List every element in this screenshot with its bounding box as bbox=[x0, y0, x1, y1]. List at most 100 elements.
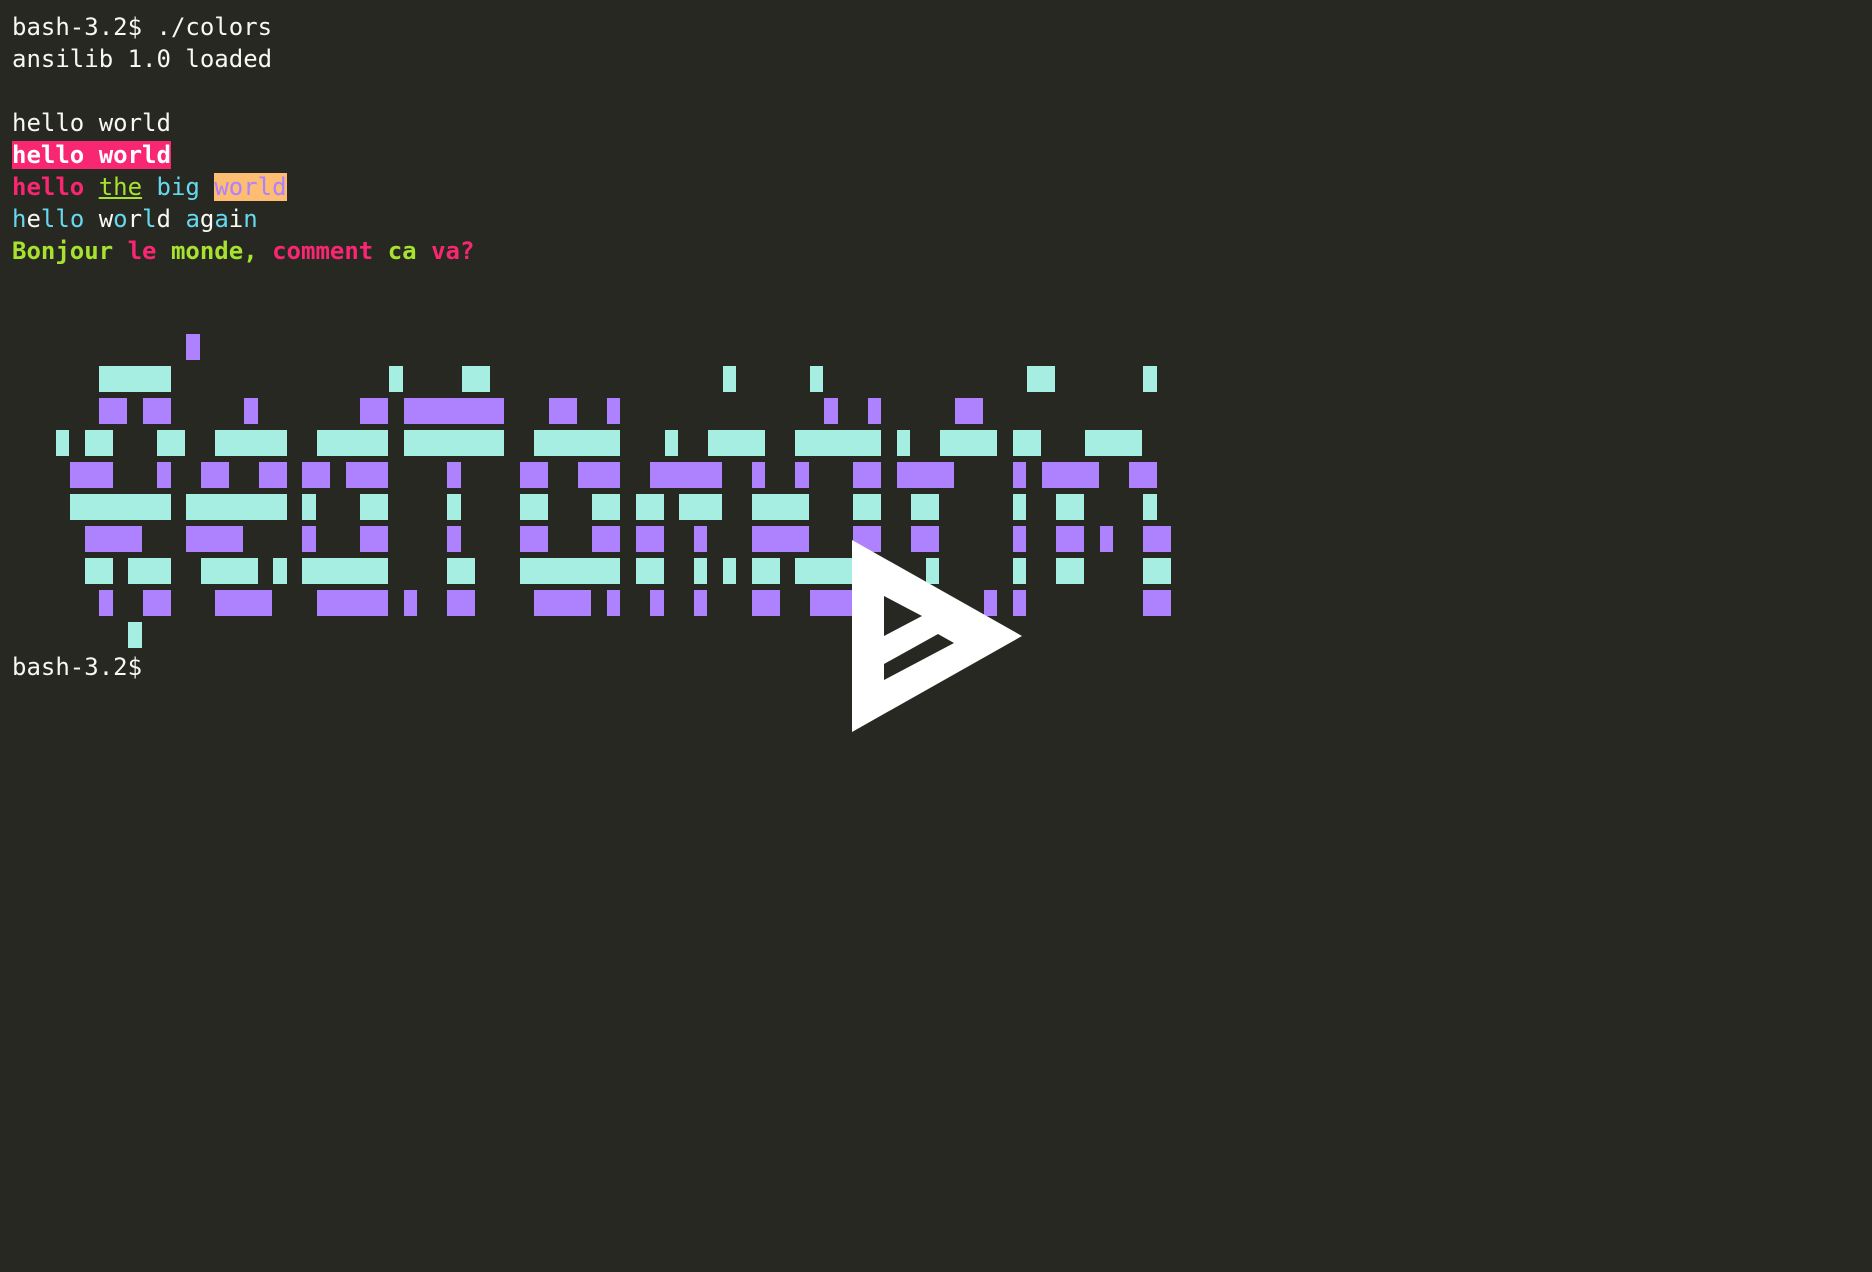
pixel-block bbox=[1143, 366, 1157, 392]
pixel-block bbox=[809, 590, 852, 616]
pixel-block bbox=[635, 526, 664, 552]
terminal-text-segment: va? bbox=[431, 237, 475, 265]
pixel-block bbox=[302, 526, 316, 552]
pixel-block bbox=[751, 558, 780, 584]
pixel-block bbox=[519, 462, 548, 488]
pixel-block bbox=[708, 430, 765, 456]
pixel-block bbox=[302, 462, 330, 488]
terminal-text-segment: d bbox=[156, 205, 171, 233]
terminal-text-segment: ca bbox=[387, 237, 432, 265]
terminal-text-segment: ansilib 1.0 loaded bbox=[12, 45, 273, 73]
pixel-block bbox=[215, 430, 287, 456]
pixel-block bbox=[679, 494, 722, 520]
pixel-block bbox=[853, 462, 881, 488]
pixel-block bbox=[650, 462, 722, 488]
terminal-text-segment: o bbox=[69, 205, 85, 233]
terminal-text-segment: a bbox=[214, 205, 229, 233]
pixel-block bbox=[795, 462, 809, 488]
pixel-block bbox=[534, 430, 620, 456]
pixel-block bbox=[99, 590, 113, 616]
pixel-block bbox=[1143, 590, 1171, 616]
pixel-block bbox=[693, 526, 707, 552]
pixel-block bbox=[1012, 494, 1026, 520]
pixel-block bbox=[1143, 558, 1171, 584]
pixel-block bbox=[824, 398, 838, 424]
terminal-text-segment: the bbox=[98, 173, 143, 201]
pixel-block bbox=[84, 526, 142, 552]
pixel-block bbox=[403, 590, 417, 616]
terminal-line: ansilib 1.0 loaded bbox=[12, 43, 272, 75]
pixel-block bbox=[940, 430, 997, 456]
terminal-line: hello world again bbox=[12, 203, 258, 235]
pixel-block bbox=[577, 462, 620, 488]
pixel-block bbox=[273, 558, 287, 584]
terminal-line: hello the big world bbox=[12, 171, 287, 203]
pixel-block bbox=[751, 590, 780, 616]
pixel-block bbox=[186, 526, 243, 552]
pixel-block bbox=[722, 366, 736, 392]
pixel-block bbox=[1143, 494, 1157, 520]
terminal-text-segment: a bbox=[185, 205, 200, 233]
pixel-block bbox=[954, 398, 983, 424]
terminal-text-segment: world bbox=[214, 173, 287, 201]
pixel-block bbox=[403, 398, 504, 424]
pixel-block bbox=[592, 526, 620, 552]
play-icon[interactable] bbox=[852, 540, 1022, 732]
terminal-text-segment: n bbox=[243, 205, 258, 233]
terminal-text-segment: hello world bbox=[12, 141, 171, 169]
terminal-text-segment: o bbox=[113, 205, 128, 233]
pixel-block bbox=[795, 430, 881, 456]
pixel-block bbox=[389, 366, 403, 392]
pixel-block bbox=[360, 398, 388, 424]
pixel-block bbox=[447, 494, 461, 520]
pixel-block bbox=[519, 494, 548, 520]
pixel-block bbox=[403, 430, 504, 456]
pixel-block bbox=[519, 526, 548, 552]
pixel-block bbox=[157, 430, 185, 456]
pixel-block bbox=[1099, 526, 1113, 552]
terminal-text-segment: g bbox=[199, 205, 215, 233]
pixel-block bbox=[606, 398, 620, 424]
pixel-block bbox=[345, 462, 388, 488]
pixel-block bbox=[534, 590, 591, 616]
pixel-block bbox=[751, 494, 809, 520]
pixel-block bbox=[70, 494, 171, 520]
pixel-block bbox=[447, 558, 475, 584]
pixel-block bbox=[128, 622, 142, 648]
pixel-block bbox=[360, 494, 388, 520]
pixel-block bbox=[244, 398, 258, 424]
pixel-block bbox=[316, 430, 388, 456]
pixel-block bbox=[1143, 526, 1171, 552]
pixel-block bbox=[1012, 430, 1041, 456]
pixel-block bbox=[302, 494, 316, 520]
terminal-prompt: bash-3.2$ bbox=[12, 653, 143, 681]
pixel-block bbox=[911, 494, 939, 520]
pixel-block bbox=[200, 462, 229, 488]
pixel-block bbox=[519, 558, 620, 584]
pixel-block bbox=[360, 526, 388, 552]
terminal-text-segment: h bbox=[12, 205, 27, 233]
terminal-line: bash-3.2$ ./colors bbox=[12, 11, 272, 43]
pixel-block bbox=[157, 462, 171, 488]
pixel-block bbox=[447, 462, 461, 488]
pixel-block bbox=[447, 590, 475, 616]
terminal-text-segment: big bbox=[142, 173, 215, 201]
terminal-text-segment: w bbox=[98, 205, 114, 233]
terminal-line: hello world bbox=[12, 107, 171, 139]
pixel-block bbox=[1027, 366, 1055, 392]
pixel-block bbox=[1012, 462, 1026, 488]
terminal-text-segment: i bbox=[228, 205, 244, 233]
pixel-block bbox=[215, 590, 272, 616]
pixel-block bbox=[809, 366, 823, 392]
pixel-block bbox=[200, 558, 258, 584]
pixel-block bbox=[896, 430, 910, 456]
pixel-block bbox=[447, 526, 461, 552]
terminal-text-segment: monde, bbox=[170, 237, 273, 265]
pixel-block bbox=[1056, 494, 1084, 520]
terminal-text-segment: le bbox=[127, 237, 171, 265]
pixel-block bbox=[635, 494, 664, 520]
pixel-block bbox=[302, 558, 388, 584]
